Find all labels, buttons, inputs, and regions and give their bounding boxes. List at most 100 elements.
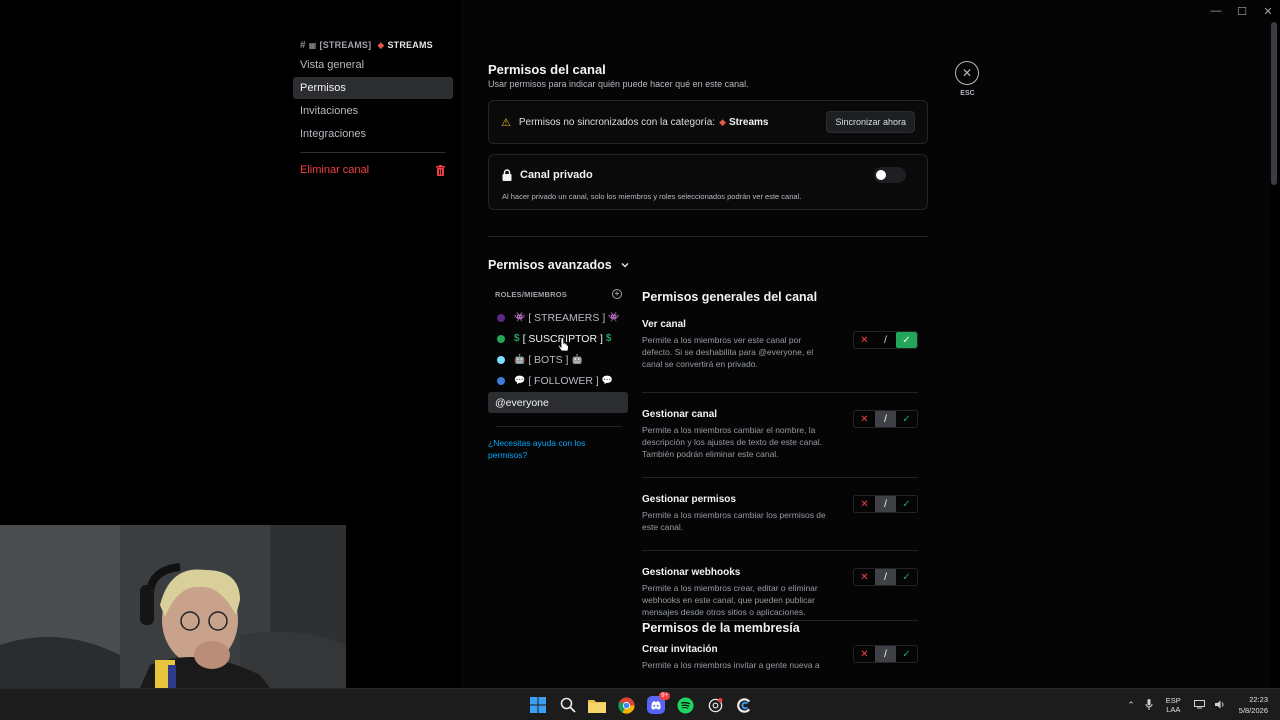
roles-divider bbox=[496, 426, 622, 427]
perm-description: Permite a los miembros cambiar los permi… bbox=[642, 510, 826, 532]
chrome-icon[interactable] bbox=[615, 693, 639, 717]
maximize-button[interactable]: ☐ bbox=[1230, 0, 1254, 22]
close-window-button[interactable]: ✕ bbox=[1256, 0, 1280, 22]
deny-button[interactable]: ✕ bbox=[854, 569, 875, 585]
alien-icon: 👾 bbox=[514, 312, 526, 322]
sync-category: ◆ Streams bbox=[719, 117, 768, 128]
main-panel: Permisos del canal Usar permisos para in… bbox=[461, 0, 1271, 688]
spotify-icon[interactable] bbox=[674, 693, 698, 717]
permissions-help-link[interactable]: ¿Necesitas ayuda con los permisos? bbox=[488, 437, 608, 461]
sidebar-divider bbox=[300, 152, 445, 153]
sidebar-item-overview[interactable]: Vista general bbox=[293, 54, 453, 76]
webcam-overlay bbox=[0, 525, 346, 688]
perm-tristate: ✕ / ✓ bbox=[853, 331, 918, 349]
role-color-dot bbox=[497, 355, 505, 364]
chevron-down-icon bbox=[621, 262, 629, 268]
sidebar-item-integrations[interactable]: Integraciones bbox=[293, 123, 453, 145]
deny-button[interactable]: ✕ bbox=[854, 411, 875, 427]
sync-now-button[interactable]: Sincronizar ahora bbox=[826, 111, 915, 133]
trash-icon bbox=[436, 164, 445, 176]
advanced-permissions-toggle[interactable]: Permisos avanzados bbox=[488, 258, 630, 272]
role-label: [ STREAMERS ] bbox=[528, 311, 606, 324]
roles-list: ROLES/MIEMBROS + 👾 [ STREAMERS ] 👾 $ [ S… bbox=[488, 287, 628, 461]
screen: # ▦ [STREAMS] ◆ STREAMS Vista general Pe… bbox=[0, 0, 1280, 720]
mouse-cursor-icon bbox=[558, 337, 569, 352]
role-color-dot bbox=[497, 334, 505, 343]
allow-button[interactable]: ✓ bbox=[896, 411, 917, 427]
window-controls: — ☐ ✕ bbox=[1202, 0, 1280, 22]
ccleaner-icon[interactable] bbox=[733, 693, 757, 717]
sync-notice: ⚠ Permisos no sincronizados con la categ… bbox=[488, 100, 928, 144]
lang-bottom: LAA bbox=[1166, 705, 1181, 714]
roles-header-label: ROLES/MIEMBROS bbox=[495, 289, 567, 299]
role-item-follower[interactable]: 💬 [ FOLLOWER ] 💬 bbox=[488, 370, 628, 391]
speech-bubble-icon: 💬 bbox=[601, 375, 614, 385]
channel-emoji-icon: ▦ bbox=[308, 40, 317, 50]
esc-label: ESC bbox=[960, 90, 975, 97]
lock-icon bbox=[502, 169, 512, 181]
perm-row-manage-webhooks: Gestionar webhooks Permite a los miembro… bbox=[642, 551, 918, 621]
chevron-up-icon[interactable]: ⌃ bbox=[1127, 700, 1135, 711]
pass-button[interactable]: / bbox=[875, 569, 896, 585]
deny-button[interactable]: ✕ bbox=[854, 646, 875, 662]
perm-row-manage-permissions: Gestionar permisos Permite a los miembro… bbox=[642, 478, 918, 551]
perm-description: Permite a los miembros ver este canal po… bbox=[642, 335, 814, 369]
network-icon[interactable] bbox=[1193, 699, 1205, 711]
delete-channel-button[interactable]: Eliminar canal bbox=[293, 159, 453, 181]
permissions-list: Permisos generales del canal Ver canal P… bbox=[642, 290, 918, 679]
pass-button[interactable]: / bbox=[875, 496, 896, 512]
sidebar-item-invites[interactable]: Invitaciones bbox=[293, 100, 453, 122]
role-item-everyone[interactable]: @everyone bbox=[488, 392, 628, 413]
hash-icon: # bbox=[300, 39, 306, 51]
perm-name: Ver canal bbox=[642, 319, 686, 330]
sidebar-channel-header: # ▦ [STREAMS] ◆ STREAMS bbox=[293, 36, 453, 54]
role-label: [ BOTS ] bbox=[528, 353, 569, 366]
sidebar-header-channel: STREAMS bbox=[387, 40, 433, 50]
allow-button[interactable]: ✓ bbox=[896, 496, 917, 512]
system-tray: ⌃ ESP LAA 22:23 5/8/2026 bbox=[1122, 689, 1280, 720]
perm-description: Permite a los miembros crear, editar o e… bbox=[642, 583, 818, 617]
volume-icon[interactable] bbox=[1214, 700, 1226, 711]
discord-icon[interactable]: 9+ bbox=[644, 692, 670, 717]
scrollbar[interactable] bbox=[1271, 22, 1277, 185]
private-channel-toggle[interactable] bbox=[874, 167, 906, 183]
alien-icon: 👾 bbox=[608, 312, 620, 322]
perm-tristate: ✕ / ✓ bbox=[853, 495, 918, 513]
sync-category-name: Streams bbox=[729, 116, 769, 128]
perm-description: Permite a los miembros invitar a gente n… bbox=[642, 660, 820, 670]
allow-button[interactable]: ✓ bbox=[896, 569, 917, 585]
microphone-icon[interactable] bbox=[1145, 698, 1153, 712]
perm-row-manage-channel: Gestionar canal Permite a los miembros c… bbox=[642, 393, 918, 478]
deny-button[interactable]: ✕ bbox=[854, 332, 875, 348]
openai-icon[interactable] bbox=[703, 693, 727, 717]
clock-time: 22:23 bbox=[1249, 695, 1268, 704]
section-title-membership: Permisos de la membresía bbox=[642, 621, 800, 635]
dollar-icon: $ bbox=[605, 333, 612, 344]
language-indicator[interactable]: ESP LAA bbox=[1166, 696, 1181, 714]
role-color-dot bbox=[497, 376, 505, 385]
private-channel-title: Canal privado bbox=[520, 169, 593, 181]
pass-button[interactable]: / bbox=[875, 411, 896, 427]
file-explorer-icon[interactable] bbox=[585, 693, 609, 717]
pass-button[interactable]: / bbox=[875, 332, 896, 348]
start-icon[interactable] bbox=[526, 693, 550, 717]
allow-button[interactable]: ✓ bbox=[896, 646, 917, 662]
minimize-button[interactable]: — bbox=[1204, 0, 1228, 22]
clock[interactable]: 22:23 5/8/2026 bbox=[1239, 694, 1268, 716]
roles-header: ROLES/MIEMBROS + bbox=[488, 287, 628, 301]
webcam-image bbox=[0, 525, 346, 688]
sidebar-header-category: [STREAMS] bbox=[319, 40, 372, 50]
clock-date: 5/8/2026 bbox=[1238, 706, 1268, 715]
warning-icon: ⚠ bbox=[501, 116, 511, 129]
role-item-streamers[interactable]: 👾 [ STREAMERS ] 👾 bbox=[488, 307, 628, 328]
search-icon[interactable] bbox=[556, 693, 580, 717]
pass-button[interactable]: / bbox=[875, 646, 896, 662]
private-channel-card: Canal privado Al hacer privado un canal,… bbox=[488, 154, 928, 210]
robot-icon: 🤖 bbox=[571, 354, 583, 364]
add-role-button[interactable]: + bbox=[612, 289, 622, 299]
toggle-knob bbox=[876, 170, 886, 180]
allow-button[interactable]: ✓ bbox=[896, 332, 917, 348]
close-button[interactable]: ✕ bbox=[955, 61, 979, 85]
deny-button[interactable]: ✕ bbox=[854, 496, 875, 512]
sidebar-item-permissions[interactable]: Permisos bbox=[293, 77, 453, 99]
